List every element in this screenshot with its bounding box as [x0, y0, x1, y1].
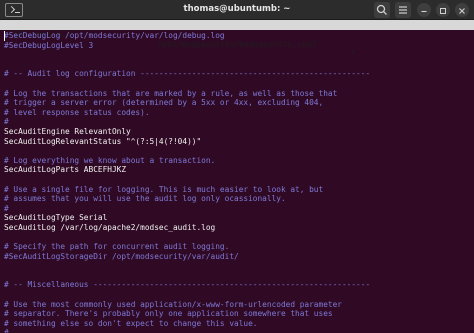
comment-line: #: [4, 203, 9, 213]
config-line: [4, 232, 470, 242]
comment-line: # -- Audit log configuration -----------…: [4, 69, 371, 79]
config-line: [4, 271, 470, 281]
editor-text-area[interactable]: #SecDebugLog /opt/modsecurity/var/log/de…: [4, 31, 470, 333]
window-titlebar: thomas@ubuntumb: ~: [0, 0, 474, 20]
maximize-icon: [440, 8, 446, 14]
config-line: SecAuditEngine RelevantOnly: [4, 126, 131, 136]
nano-header-bar: GNU nano 6.2 /etc/modsecurity/modsecurit…: [0, 20, 474, 59]
config-line: SecAuditLog /var/log/apache2/modsec_audi…: [4, 222, 216, 232]
comment-line: # trigger a server error (determined by …: [4, 98, 324, 108]
comment-line: # Log the transactions that are marked b…: [4, 88, 338, 98]
comment-line: # Use the most commonly used application…: [4, 299, 342, 309]
text-cursor: [4, 31, 5, 41]
comment-line: # separator. There's probably only one a…: [4, 309, 333, 319]
comment-line: #SecDebugLog /opt/modsecurity/var/log/de…: [4, 31, 225, 40]
config-line: SecAuditLogType Serial: [4, 213, 108, 223]
config-line: [4, 290, 470, 300]
comment-line: # Specify the path for concurrent audit …: [4, 242, 230, 252]
config-line: [4, 175, 470, 185]
search-button[interactable]: [374, 2, 390, 18]
comment-line: # level response status codes).: [4, 107, 150, 117]
config-line: [4, 261, 470, 271]
close-button[interactable]: [455, 3, 469, 17]
config-line: SecAuditLogRelevantStatus "^(?:5|4(?!04)…: [4, 136, 202, 146]
config-line: [4, 50, 470, 60]
menu-button[interactable]: [395, 2, 411, 18]
config-line: [4, 79, 470, 89]
minimize-button[interactable]: [417, 3, 431, 17]
comment-line: # -- Miscellaneous ---------------------…: [4, 280, 371, 290]
comment-line: # assumes that you will use the audit lo…: [4, 194, 286, 204]
hamburger-icon: [399, 6, 407, 14]
config-line: [4, 146, 470, 156]
comment-line: #SecDebugLogLevel 3: [4, 40, 94, 50]
comment-line: # something else so don't expect to chan…: [4, 318, 258, 328]
config-line: [4, 60, 470, 70]
maximize-button[interactable]: [436, 3, 450, 17]
comment-line: #SecAuditLogStorageDir /opt/modsecurity/…: [4, 251, 239, 261]
comment-line: #: [4, 328, 9, 333]
close-icon: [459, 8, 465, 14]
config-line: SecAuditLogParts ABCEFHJKZ: [4, 165, 127, 175]
comment-line: # Use a single file for logging. This is…: [4, 184, 324, 194]
search-icon: [376, 4, 387, 15]
comment-line: #: [4, 117, 9, 127]
comment-line: # Log everything we know about a transac…: [4, 155, 216, 165]
minimize-icon: [421, 10, 427, 13]
